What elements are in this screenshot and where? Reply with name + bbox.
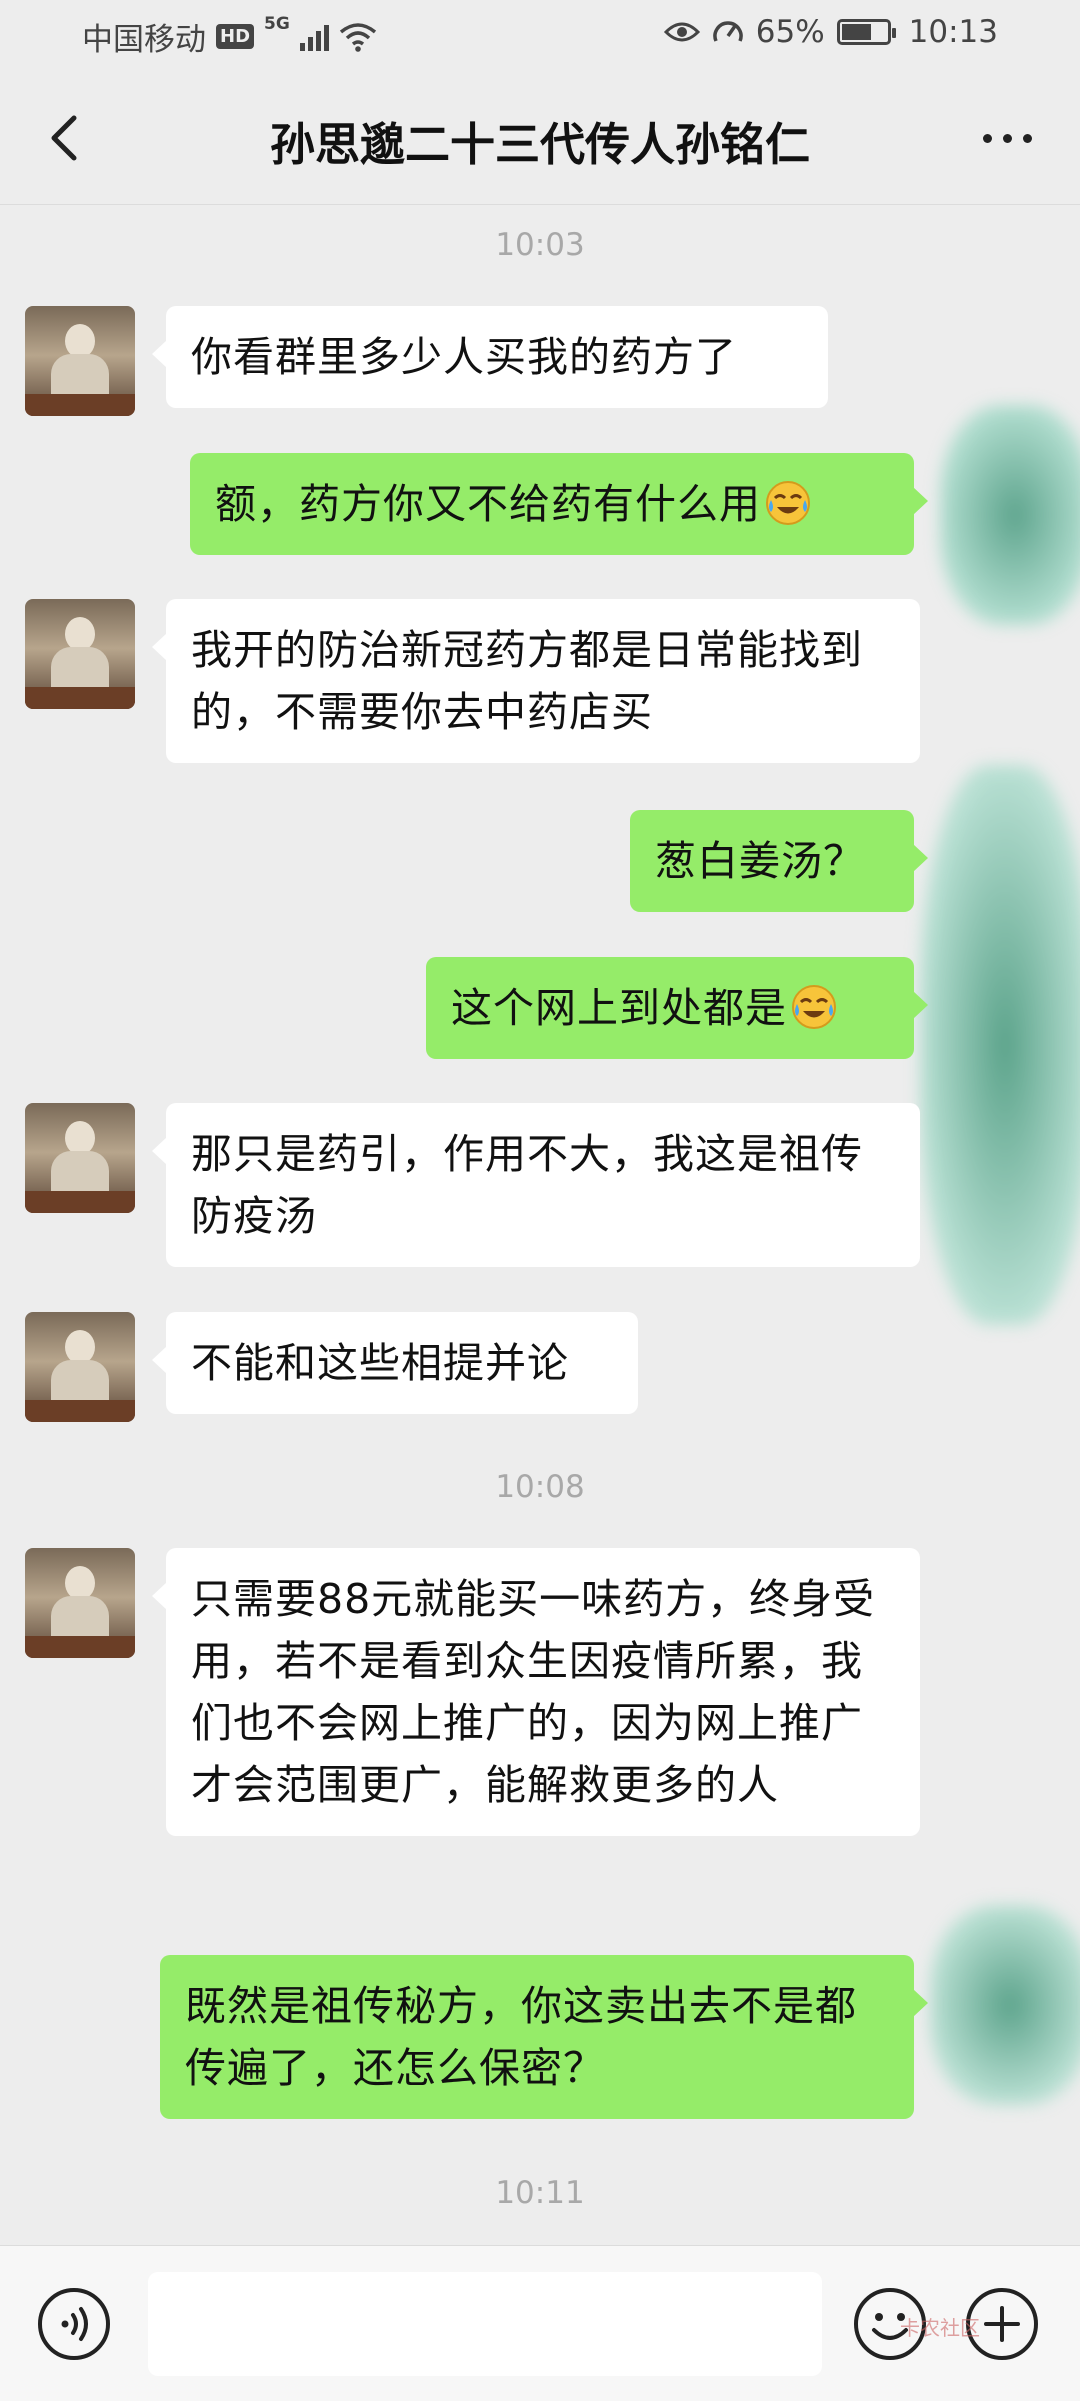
contact-avatar[interactable]: [25, 1548, 135, 1658]
eye-icon: [663, 22, 700, 42]
blur-smudge: [930, 1905, 1080, 2105]
network-type: 5G: [264, 14, 290, 34]
message-text: 那只是药引，作用不大，我这是祖传防疫汤: [191, 1130, 863, 1240]
message-text: 既然是祖传秘方，你这卖出去不是都传遍了，还怎么保密？: [185, 1982, 857, 2092]
message-text: 只需要88元就能买一味药方，终身受用，若不是看到众生因疫情所累，我们也不会网上推…: [191, 1575, 876, 1809]
watermark-label: 卡农社区: [900, 2316, 980, 2340]
signal-icon: [299, 23, 329, 51]
message-text: 额，药方你又不给药有什么用: [215, 480, 761, 528]
chat-header: 孙思邈二十三代传人孙铭仁: [0, 72, 1080, 205]
message-bubble[interactable]: 我开的防治新冠药方都是日常能找到的，不需要你去中药店买: [152, 599, 920, 763]
contact-avatar[interactable]: [25, 599, 135, 709]
battery-percent: 65%: [755, 14, 825, 50]
wifi-icon: [339, 22, 376, 52]
message-bubble[interactable]: 你看群里多少人买我的药方了: [152, 306, 828, 408]
message-text: 我开的防治新冠药方都是日常能找到的，不需要你去中药店买: [191, 626, 863, 736]
crying-laughing-emoji-icon: [792, 985, 836, 1029]
more-options-button[interactable]: [972, 118, 1042, 158]
blur-smudge: [920, 765, 1080, 1325]
crying-laughing-emoji-icon: [766, 481, 810, 525]
battery-icon: [836, 19, 896, 45]
message-list[interactable]: 10:03 你看群里多少人买我的药方了 额，药方你又不给药有什么用 我开的防治新…: [0, 205, 1080, 2245]
message-bubble[interactable]: 不能和这些相提并论: [152, 1312, 638, 1414]
hd-badge: HD: [216, 24, 255, 49]
carrier-label: 中国移动: [82, 22, 206, 58]
blur-smudge: [940, 405, 1080, 625]
speed-icon: [713, 21, 743, 42]
clock: 10:13: [908, 14, 998, 50]
contact-avatar[interactable]: [25, 306, 135, 416]
message-text: 葱白姜汤？: [655, 837, 865, 885]
message-bubble[interactable]: 额，药方你又不给药有什么用: [190, 453, 928, 555]
status-bar: 中国移动 HD 5G 65% 10:13: [0, 0, 1080, 72]
voice-input-button[interactable]: [36, 2286, 112, 2362]
message-bubble[interactable]: 葱白姜汤？: [630, 810, 928, 912]
message-input[interactable]: [148, 2272, 822, 2376]
message-text: 这个网上到处都是: [451, 984, 787, 1032]
message-bubble[interactable]: 只需要88元就能买一味药方，终身受用，若不是看到众生因疫情所累，我们也不会网上推…: [152, 1548, 920, 1836]
timestamp: 10:03: [495, 227, 585, 263]
message-text: 不能和这些相提并论: [191, 1339, 569, 1387]
message-bubble[interactable]: 这个网上到处都是: [426, 957, 928, 1059]
timestamp: 10:11: [495, 2175, 585, 2211]
contact-avatar[interactable]: [25, 1103, 135, 1213]
message-text: 你看群里多少人买我的药方了: [191, 333, 737, 381]
timestamp: 10:08: [495, 1469, 585, 1505]
message-bubble[interactable]: 那只是药引，作用不大，我这是祖传防疫汤: [152, 1103, 920, 1267]
input-bar: 卡农社区: [0, 2245, 1080, 2401]
more-dots-icon: [982, 133, 992, 143]
message-bubble[interactable]: 既然是祖传秘方，你这卖出去不是都传遍了，还怎么保密？: [160, 1955, 928, 2119]
chat-title: 孙思邈二十三代传人孙铭仁: [269, 118, 810, 171]
voice-icon: [38, 2288, 110, 2360]
contact-avatar[interactable]: [25, 1312, 135, 1422]
